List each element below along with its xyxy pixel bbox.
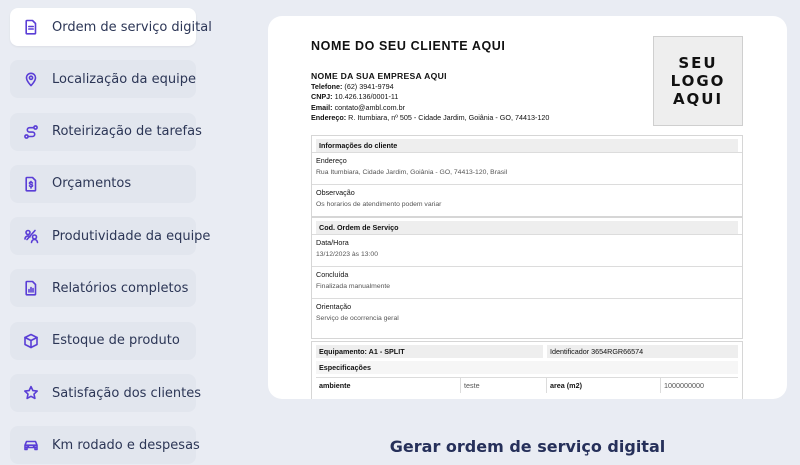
feature-sidebar: Ordem de serviço digital Localização da …: [10, 8, 212, 465]
spec-row: ambiente teste area (m2) 1000000000: [316, 377, 738, 393]
spec-key: ambiente: [316, 378, 461, 393]
spec-value: 1000000000: [664, 381, 704, 390]
sidebar-item-label: Localização da equipe: [52, 71, 196, 87]
section-header: Cod. Ordem de Serviço: [316, 221, 738, 234]
sidebar-item-label: Produtividade da equipe: [52, 228, 211, 244]
service-order-preview: NOME DO SEU CLIENTE AQUI NOME DA SUA EMP…: [268, 16, 787, 399]
sidebar-item-label: Km rodado e despesas: [52, 437, 200, 453]
box-icon: [23, 333, 39, 349]
sidebar-item-label: Ordem de serviço digital: [52, 19, 212, 35]
order-done-field: Concluída Finalizada manualmente: [312, 266, 742, 298]
preview-caption: Gerar ordem de serviço digital: [389, 437, 666, 456]
route-icon: [23, 124, 39, 140]
client-address-field: Endereço Rua Itumbiara, Cidade Jardim, G…: [312, 152, 742, 184]
sidebar-item-label: Roteirização de tarefas: [52, 124, 202, 140]
location-pin-icon: [23, 71, 39, 87]
client-info-section: Informações do cliente Endereço Rua Itum…: [311, 135, 743, 217]
equipment-section: Equipamento: A1 - SPLIT Identificador 36…: [311, 341, 743, 399]
order-date-field: Data/Hora 13/12/2023 às 13:00: [312, 234, 742, 266]
spec-header: Especificações: [316, 361, 738, 374]
sidebar-item-orcamentos[interactable]: Orçamentos: [10, 164, 196, 203]
star-icon: [23, 385, 39, 401]
sidebar-item-localizacao[interactable]: Localização da equipe: [10, 60, 196, 99]
sidebar-item-label: Orçamentos: [52, 176, 132, 192]
sidebar-item-roteirizacao[interactable]: Roteirização de tarefas: [10, 112, 202, 151]
order-section: Cod. Ordem de Serviço Data/Hora 13/12/20…: [311, 217, 743, 339]
sidebar-item-label: Relatórios completos: [52, 280, 189, 296]
section-header: Informações do cliente: [316, 139, 738, 152]
equipment-name: Equipamento: A1 - SPLIT: [316, 345, 543, 358]
dollar-document-icon: [23, 176, 39, 192]
order-orientation-field: Orientação Serviço de ocorrencia geral: [312, 298, 742, 330]
sidebar-item-label: Estoque de produto: [52, 333, 180, 349]
car-icon: [23, 437, 39, 453]
team-icon: [23, 228, 39, 244]
sidebar-item-satisfacao[interactable]: Satisfação dos clientes: [10, 374, 201, 413]
sidebar-item-estoque[interactable]: Estoque de produto: [10, 321, 196, 360]
sidebar-item-label: Satisfação dos clientes: [52, 385, 202, 401]
logo-placeholder: SEU LOGO AQUI: [653, 36, 743, 126]
document-icon: [23, 19, 39, 35]
equipment-identifier: Identificador 3654RGR66574: [547, 345, 738, 358]
report-icon: [23, 280, 39, 297]
spec-key: area (m2): [547, 378, 661, 393]
sidebar-item-produtividade[interactable]: Produtividade da equipe: [10, 217, 210, 256]
spec-value: teste: [461, 378, 547, 393]
client-note-field: Observação Os horarios de atendimento po…: [312, 184, 742, 216]
sidebar-item-km-rodado[interactable]: Km rodado e despesas: [10, 426, 200, 465]
sidebar-item-relatorios[interactable]: Relatórios completos: [10, 269, 196, 308]
sidebar-item-ordem-servico[interactable]: Ordem de serviço digital: [10, 8, 212, 46]
